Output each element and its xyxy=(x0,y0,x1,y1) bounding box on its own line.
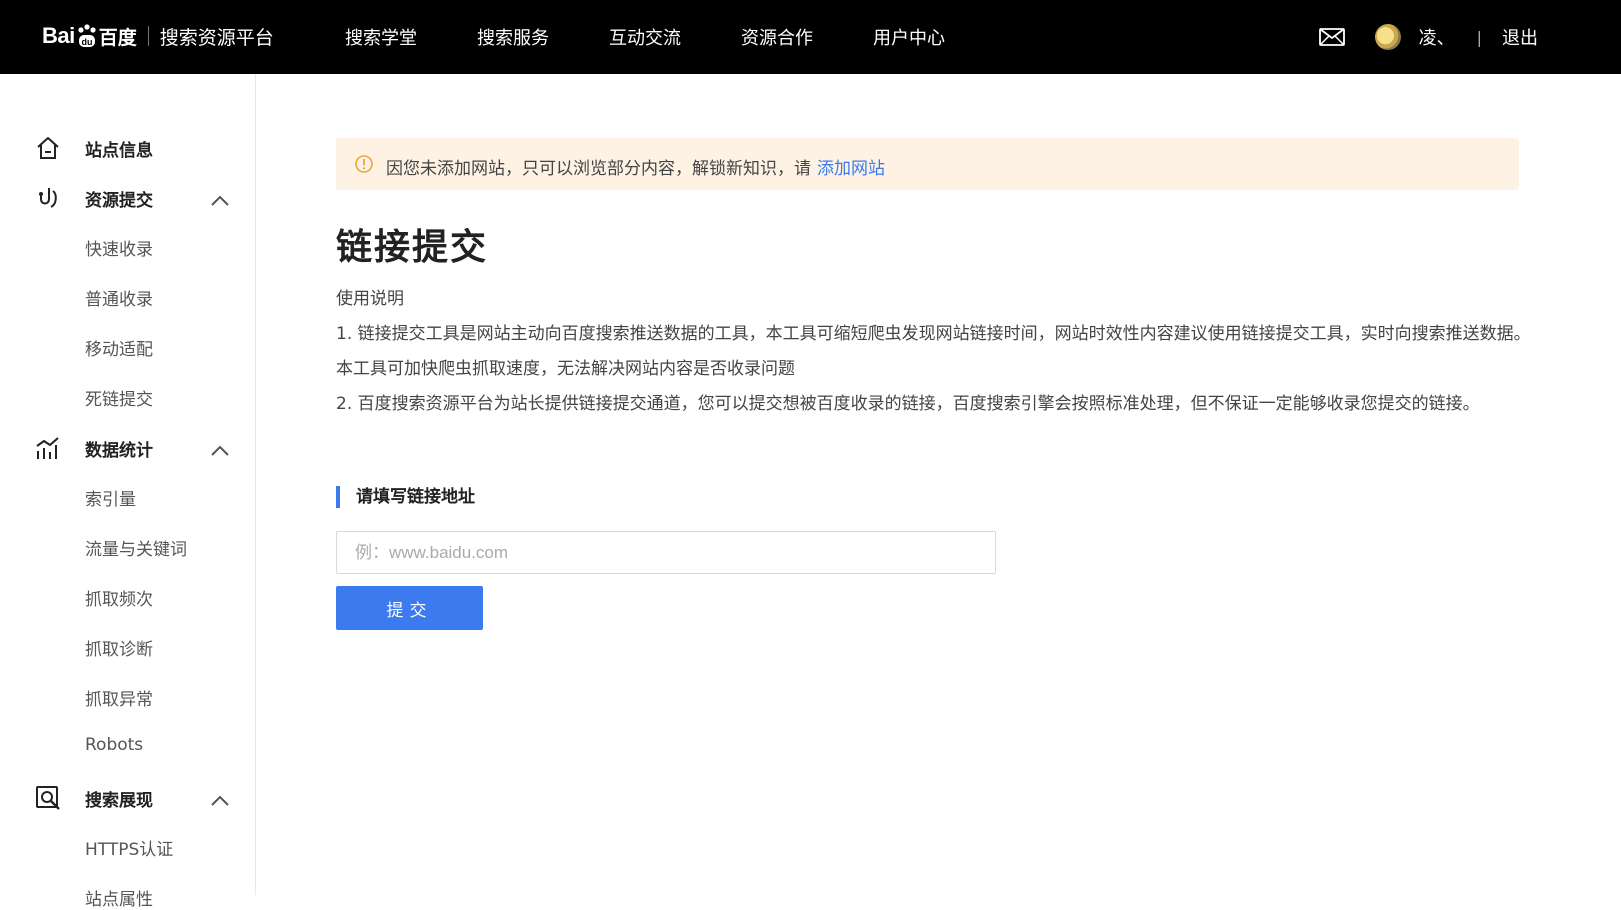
section-title: 请填写链接地址 xyxy=(336,486,475,508)
sidebar-group-label: 搜索展现 xyxy=(85,790,153,811)
submit-button[interactable]: 提交 xyxy=(336,586,483,630)
chevron-up-icon[interactable] xyxy=(210,192,230,206)
url-input[interactable] xyxy=(336,531,996,574)
sidebar-item-mobile-adapt[interactable]: 移动适配 xyxy=(85,335,153,360)
sidebar-item-site-attributes[interactable]: 站点属性 xyxy=(85,885,153,910)
sidebar-item-crawl-frequency[interactable]: 抓取频次 xyxy=(85,585,153,610)
sidebar-group-label: 资源提交 xyxy=(85,190,153,211)
platform-name: 搜索资源平台 xyxy=(159,26,274,49)
notice-message: 因您未添加网站，只可以浏览部分内容，解锁新知识，请 xyxy=(386,159,811,179)
notice-text: 因您未添加网站，只可以浏览部分内容，解锁新知识，请 添加网站 xyxy=(386,154,885,179)
sidebar-item-https[interactable]: HTTPS认证 xyxy=(85,835,173,860)
sidebar-group-label: 站点信息 xyxy=(85,140,153,161)
sidebar-item-quick-index[interactable]: 快速收录 xyxy=(85,235,153,260)
logout-link[interactable]: 退出 xyxy=(1502,24,1538,50)
nav-search-services[interactable]: 搜索服务 xyxy=(477,24,549,50)
warning-icon xyxy=(354,154,374,174)
sidebar-item-robots[interactable]: Robots xyxy=(85,735,143,755)
usage-item-2: 2. 百度搜索资源平台为站长提供链接提交通道，您可以提交想被百度收录的链接，百度… xyxy=(336,394,1480,414)
username[interactable]: 凌、 xyxy=(1419,24,1455,50)
sidebar-item-normal-index[interactable]: 普通收录 xyxy=(85,285,153,310)
nav-interaction[interactable]: 互动交流 xyxy=(609,24,681,50)
sidebar-group-label: 数据统计 xyxy=(85,440,153,461)
mail-icon[interactable] xyxy=(1318,28,1345,46)
logo-divider xyxy=(147,26,149,46)
paw-icon: du xyxy=(76,24,98,48)
usage-title: 使用说明 xyxy=(336,289,404,309)
sidebar-group-resource-submit[interactable]: 资源提交 xyxy=(0,178,256,218)
separator: | xyxy=(1476,27,1482,47)
user-area: 凌、 | 退出 xyxy=(1318,0,1538,74)
search-display-icon xyxy=(35,785,61,811)
sidebar-item-index-volume[interactable]: 索引量 xyxy=(85,485,136,510)
usage-item-1: 1. 链接提交工具是网站主动向百度搜索推送数据的工具，本工具可缩短爬虫发现网站链… xyxy=(336,324,1531,379)
submit-icon xyxy=(35,185,61,211)
avatar[interactable] xyxy=(1374,24,1401,50)
sidebar-group-data-stats[interactable]: 数据统计 xyxy=(0,428,256,468)
add-site-link[interactable]: 添加网站 xyxy=(817,159,885,179)
nav-user-center[interactable]: 用户中心 xyxy=(873,24,945,50)
baidu-logo[interactable]: Bai du 百度 搜索资源平台 xyxy=(42,18,274,54)
main-nav: 搜索学堂 搜索服务 互动交流 资源合作 用户中心 xyxy=(345,0,1005,74)
home-icon xyxy=(35,135,61,161)
chevron-up-icon[interactable] xyxy=(210,442,230,456)
logo-cn-text: 百度 xyxy=(98,26,137,49)
sidebar-item-crawl-errors[interactable]: 抓取异常 xyxy=(85,685,153,710)
chart-icon xyxy=(35,435,61,461)
logo-text: Bai xyxy=(42,23,75,48)
nav-search-academy[interactable]: 搜索学堂 xyxy=(345,24,417,50)
page-title: 链接提交 xyxy=(336,227,489,268)
notice-banner: 因您未添加网站，只可以浏览部分内容，解锁新知识，请 添加网站 xyxy=(336,138,1519,190)
sidebar-item-site-info[interactable]: 站点信息 xyxy=(0,128,256,168)
sidebar-item-crawl-diagnosis[interactable]: 抓取诊断 xyxy=(85,635,153,660)
top-navbar: Bai du 百度 搜索资源平台 搜索学堂 搜索服务 互动交流 资源合作 用户中… xyxy=(0,0,1621,74)
svg-text:du: du xyxy=(81,37,92,47)
sidebar: 站点信息 资源提交 快速收录 普通收录 移动适配 死链提交 数据统计 索引量 流… xyxy=(0,74,256,910)
nav-cooperation[interactable]: 资源合作 xyxy=(741,24,813,50)
sidebar-item-traffic-keywords[interactable]: 流量与关键词 xyxy=(85,535,187,560)
sidebar-group-search-display[interactable]: 搜索展现 xyxy=(0,778,256,818)
sidebar-item-deadlink[interactable]: 死链提交 xyxy=(85,385,153,410)
chevron-up-icon[interactable] xyxy=(210,792,230,806)
